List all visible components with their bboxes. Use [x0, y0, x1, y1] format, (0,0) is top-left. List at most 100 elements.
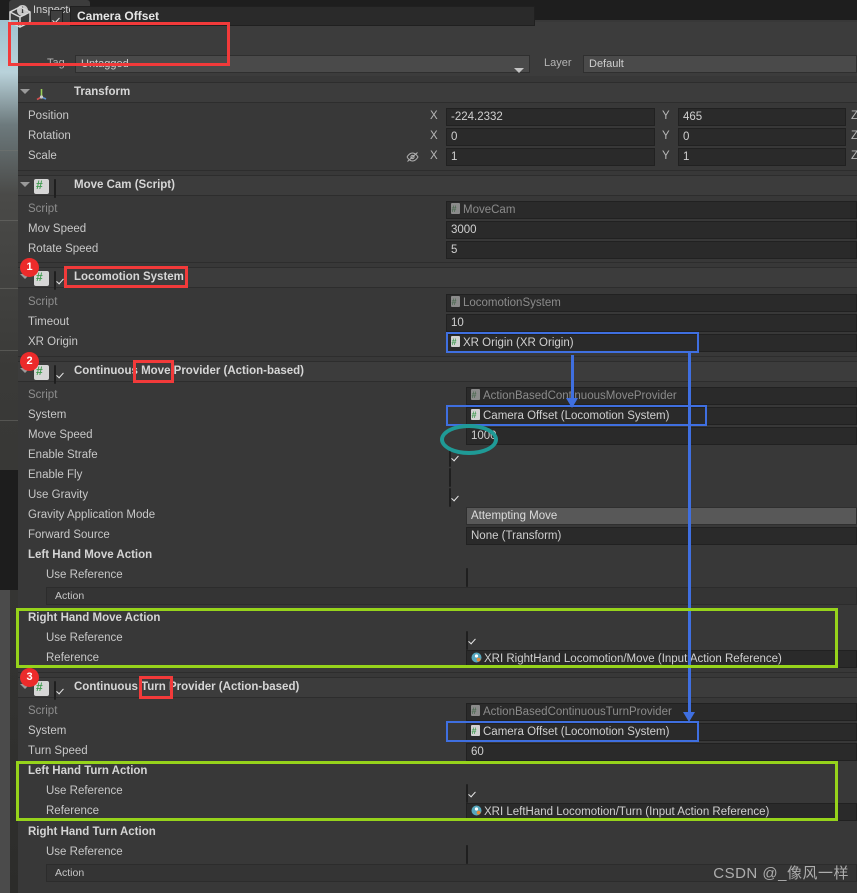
layer-dropdown[interactable]: Default	[583, 55, 857, 73]
input-action-reference-icon	[471, 652, 482, 663]
foldout-icon[interactable]	[20, 368, 30, 373]
lh-turn-reference-field[interactable]: XRI LeftHand Locomotion/Turn (Input Acti…	[466, 803, 857, 821]
turn-provider-script-value: ActionBasedContinuousTurnProvider	[483, 706, 672, 718]
component-header-locomotion-system[interactable]: Locomotion System	[18, 267, 857, 290]
locomotion-system-enabled-checkbox[interactable]	[54, 271, 67, 290]
use-gravity-checkbox[interactable]	[449, 488, 462, 507]
move-cam-script-value: MoveCam	[463, 204, 516, 216]
mov-speed-field[interactable]: 3000	[446, 221, 857, 239]
component-title-transform: Transform	[74, 86, 131, 98]
row-lh-move-action-inset: Action	[18, 587, 857, 605]
row-gravity-application-mode: Gravity Application Mode Attempting Move	[18, 506, 857, 526]
forward-source-field[interactable]: None (Transform)	[466, 527, 857, 545]
cube-icon	[9, 6, 31, 28]
label-left-hand-turn-action: Left Hand Turn Action	[28, 765, 148, 777]
gameobject-name-field[interactable]: Camera Offset	[70, 6, 535, 26]
row-rotate-speed: Rotate Speed 5	[18, 240, 857, 260]
lh-turn-reference-value: XRI LeftHand Locomotion/Turn (Input Acti…	[484, 806, 770, 818]
enable-fly-checkbox[interactable]	[449, 468, 462, 487]
continuous-turn-enabled-checkbox[interactable]	[54, 681, 67, 700]
component-title-continuous-move-provider: Continuous Move Provider (Action-based)	[74, 365, 305, 377]
rh-move-use-reference-checkbox[interactable]	[466, 631, 479, 650]
move-provider-script-value: ActionBasedContinuousMoveProvider	[483, 390, 677, 402]
turn-speed-field[interactable]: 60	[466, 743, 857, 761]
lh-move-use-reference-checkbox[interactable]	[466, 568, 479, 587]
scale-y-field[interactable]: 1	[678, 148, 846, 166]
row-lh-turn-use-reference: Use Reference	[18, 782, 857, 803]
row-turn-script: Script ActionBasedContinuousTurnProvider	[18, 702, 857, 722]
component-title-move-cam: Move Cam (Script)	[74, 179, 175, 191]
scale-x-field[interactable]: 1	[446, 148, 655, 166]
foldout-icon[interactable]	[20, 684, 30, 689]
component-header-move-cam[interactable]: Move Cam (Script)	[18, 175, 857, 198]
component-title-locomotion-system: Locomotion System	[74, 271, 184, 283]
lh-move-action-inset[interactable]: Action	[46, 587, 857, 605]
label-rotate-speed: Rotate Speed	[28, 243, 99, 255]
label-system: System	[28, 725, 67, 737]
xr-origin-field[interactable]: XR Origin (XR Origin)	[446, 334, 857, 352]
axis-x-label: X	[430, 150, 438, 162]
rh-move-reference-field[interactable]: XRI RightHand Locomotion/Move (Input Act…	[466, 650, 857, 668]
enable-strafe-checkbox[interactable]	[449, 448, 462, 467]
rh-turn-use-reference-checkbox[interactable]	[466, 845, 479, 864]
move-system-field[interactable]: Camera Offset (Locomotion System)	[466, 407, 857, 425]
axis-y-label: Y	[662, 150, 670, 162]
rotation-y-field[interactable]: 0	[678, 128, 846, 146]
move-cam-enabled-checkbox[interactable]	[54, 179, 67, 198]
component-header-transform[interactable]: Transform	[18, 82, 857, 103]
label-use-reference: Use Reference	[46, 846, 123, 858]
lh-turn-use-reference-checkbox[interactable]	[466, 784, 479, 803]
gravity-application-mode-dropdown[interactable]: Attempting Move	[466, 507, 857, 525]
label-turn-speed: Turn Speed	[28, 745, 88, 757]
row-enable-strafe: Enable Strafe	[18, 446, 857, 467]
move-speed-field[interactable]: 1000	[466, 427, 857, 445]
component-asset-icon	[471, 408, 480, 423]
constrain-proportions-off-icon[interactable]	[406, 151, 419, 163]
tag-value: Untagged	[81, 58, 129, 70]
foldout-icon[interactable]	[20, 274, 30, 279]
turn-system-value: Camera Offset (Locomotion System)	[483, 726, 670, 738]
script-icon	[34, 270, 49, 286]
rotation-x-field[interactable]: 0	[446, 128, 655, 146]
row-move-speed: Move Speed 1000	[18, 426, 857, 446]
component-header-continuous-move-provider[interactable]: Continuous Move Provider (Action-based)	[18, 361, 857, 384]
gameobject-enabled-checkbox[interactable]	[50, 10, 63, 23]
locomotion-script-field: LocomotionSystem	[446, 294, 857, 312]
row-right-hand-turn-action: Right Hand Turn Action	[18, 823, 857, 843]
row-rh-move-use-reference: Use Reference	[18, 629, 857, 650]
rotate-speed-field[interactable]: 5	[446, 241, 857, 259]
position-x-field[interactable]: -224.2332	[446, 108, 655, 126]
scene-sliver-scroll	[0, 590, 10, 893]
script-asset-icon	[451, 202, 460, 217]
input-action-reference-icon	[471, 805, 482, 816]
rh-move-reference-value: XRI RightHand Locomotion/Move (Input Act…	[484, 653, 782, 665]
row-turn-speed: Turn Speed 60	[18, 742, 857, 762]
axis-y-label: Y	[662, 130, 670, 142]
timeout-field[interactable]: 10	[446, 314, 857, 332]
component-header-continuous-turn-provider[interactable]: Continuous Turn Provider (Action-based)	[18, 677, 857, 700]
label-system: System	[28, 409, 67, 421]
row-rh-turn-use-reference: Use Reference	[18, 843, 857, 864]
label-script: Script	[28, 296, 58, 308]
row-enable-fly: Enable Fly	[18, 466, 857, 487]
component-asset-icon	[471, 724, 480, 739]
row-locomotion-script: Script LocomotionSystem	[18, 293, 857, 313]
label-script: Script	[28, 705, 58, 717]
locomotion-script-value: LocomotionSystem	[463, 297, 561, 309]
label-enable-fly: Enable Fly	[28, 469, 83, 481]
continuous-move-enabled-checkbox[interactable]	[54, 365, 67, 384]
row-right-hand-move-action: Right Hand Move Action	[18, 609, 857, 629]
turn-system-field[interactable]: Camera Offset (Locomotion System)	[466, 723, 857, 741]
axis-z-label: Z	[851, 130, 857, 142]
foldout-icon[interactable]	[20, 89, 30, 94]
row-turn-system: System Camera Offset (Locomotion System)	[18, 722, 857, 742]
foldout-icon[interactable]	[20, 182, 30, 187]
row-rotation: Rotation X 0 Y 0 Z	[18, 127, 857, 147]
label-mov-speed: Mov Speed	[28, 223, 87, 235]
label-script: Script	[28, 203, 58, 215]
row-move-system: System Camera Offset (Locomotion System)	[18, 406, 857, 426]
move-cam-script-field: MoveCam	[446, 201, 857, 219]
position-y-field[interactable]: 465	[678, 108, 846, 126]
tag-dropdown[interactable]: Untagged	[75, 55, 530, 73]
script-asset-icon	[471, 704, 480, 719]
